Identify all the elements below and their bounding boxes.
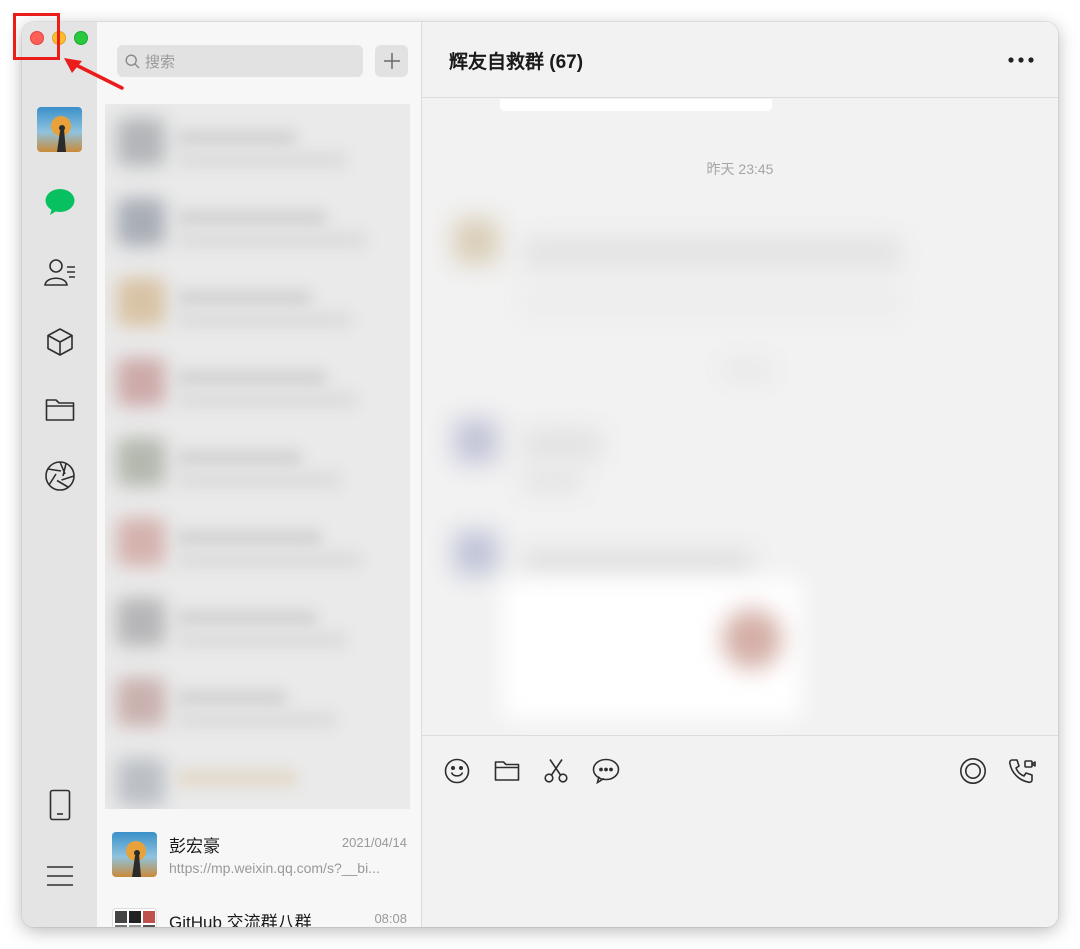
card-thumbnail <box>722 609 782 669</box>
message-bubble <box>522 237 902 269</box>
list-item[interactable] <box>105 744 410 809</box>
more-button[interactable] <box>1004 48 1038 72</box>
list-item[interactable] <box>105 424 410 504</box>
chat-name: GitHub 交流群八群 <box>169 913 312 927</box>
search-input[interactable]: 搜索 <box>117 45 363 77</box>
phone-icon[interactable] <box>40 785 80 825</box>
group-avatar <box>112 908 157 927</box>
message-bubble <box>522 429 602 459</box>
chat-bubble-icon[interactable] <box>591 756 621 786</box>
sidebar <box>22 22 97 927</box>
chat-icon[interactable] <box>40 182 80 222</box>
annotation-arrow-icon <box>64 58 124 90</box>
add-button[interactable] <box>375 45 408 77</box>
plus-icon <box>383 53 400 69</box>
list-item[interactable] <box>105 184 410 264</box>
folder-icon[interactable] <box>492 756 522 786</box>
sender-avatar <box>454 219 498 263</box>
favorites-cube-icon[interactable] <box>40 322 80 362</box>
message-bubble <box>522 469 582 493</box>
scissors-icon[interactable] <box>541 756 571 786</box>
chat-panel: 辉友自救群 (67) 昨天 23:45 <box>422 22 1058 927</box>
call-icon[interactable] <box>1007 756 1037 786</box>
zoom-window-button[interactable] <box>74 31 88 45</box>
message-area: 昨天 23:45 <box>422 99 1058 735</box>
chat-header: 辉友自救群 (67) <box>422 22 1058 98</box>
chat-list-item[interactable]: GitHub 交流群八群 08:08 <box>97 898 422 927</box>
chat-time: 2021/04/14 <box>341 835 407 850</box>
app-window: 搜索 彭宏豪 2021/04/14 https://mp.weixin.qq.c… <box>22 22 1058 927</box>
more-dots-icon <box>1008 57 1034 63</box>
contact-avatar <box>112 832 157 877</box>
sender-avatar <box>454 531 498 575</box>
emoji-icon[interactable] <box>442 756 472 786</box>
list-item[interactable] <box>105 584 410 664</box>
chat-time: 08:08 <box>374 911 407 926</box>
moments-aperture-icon[interactable] <box>40 456 80 496</box>
blurred-chat-list <box>105 104 410 809</box>
annotation-highlight-box <box>13 13 60 60</box>
input-toolbar <box>422 735 1058 927</box>
message-bubble-partial <box>500 99 772 111</box>
menu-icon[interactable] <box>40 856 80 896</box>
sender-avatar <box>454 419 498 463</box>
chat-list: 搜索 彭宏豪 2021/04/14 https://mp.weixin.qq.c… <box>97 22 422 927</box>
message-blur <box>722 361 772 379</box>
message-bubble <box>522 287 902 317</box>
chat-name: 彭宏豪 <box>169 837 220 856</box>
list-item[interactable] <box>105 504 410 584</box>
list-item[interactable] <box>105 664 410 744</box>
contacts-icon[interactable] <box>40 252 80 292</box>
chat-list-item[interactable]: 彭宏豪 2021/04/14 https://mp.weixin.qq.com/… <box>97 822 422 898</box>
avatar[interactable] <box>37 107 82 152</box>
search-placeholder: 搜索 <box>145 53 176 71</box>
message-timestamp: 昨天 23:45 <box>706 161 774 177</box>
chat-preview: https://mp.weixin.qq.com/s?__bi... <box>169 860 380 876</box>
chat-title: 辉友自救群 (67) <box>449 52 584 73</box>
list-item[interactable] <box>105 104 410 184</box>
list-item[interactable] <box>105 264 410 344</box>
list-item[interactable] <box>105 344 410 424</box>
message-bubble <box>522 549 752 577</box>
folder-icon[interactable] <box>40 390 80 430</box>
live-icon[interactable] <box>958 756 988 786</box>
